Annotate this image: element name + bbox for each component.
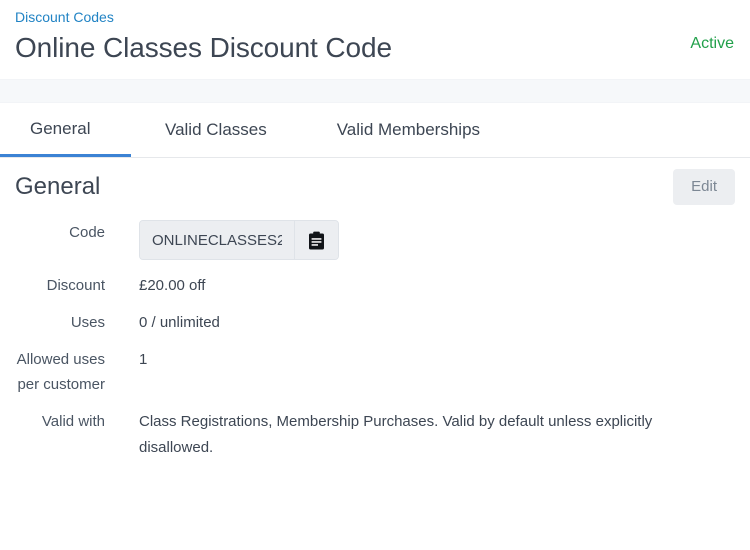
valid-with-value: Class Registrations, Membership Purchase…: [139, 409, 709, 461]
code-input-group: [139, 220, 339, 260]
code-input[interactable]: [140, 221, 294, 259]
section-title: General: [15, 172, 100, 202]
tab-valid-classes-label: Valid Classes: [165, 119, 267, 141]
allowed-uses-value: 1: [139, 347, 147, 372]
uses-label: Uses: [15, 310, 105, 335]
page-title: Online Classes Discount Code: [15, 31, 735, 65]
tab-valid-memberships-label: Valid Memberships: [337, 119, 480, 141]
valid-with-label: Valid with: [15, 409, 105, 434]
tab-bar: General Valid Classes Valid Memberships: [0, 103, 750, 158]
clipboard-icon: [308, 231, 325, 250]
header-divider-band: [0, 79, 750, 103]
page-header: Discount Codes Online Classes Discount C…: [0, 0, 750, 79]
discount-value: £20.00 off: [139, 273, 205, 298]
edit-button[interactable]: Edit: [673, 169, 735, 205]
tab-valid-memberships[interactable]: Valid Memberships: [267, 103, 480, 157]
field-row-allowed-uses: Allowed uses per customer 1: [15, 347, 735, 397]
allowed-uses-label: Allowed uses per customer: [15, 347, 105, 397]
field-row-uses: Uses 0 / unlimited: [15, 310, 735, 335]
uses-value: 0 / unlimited: [139, 310, 220, 335]
section-header: General Edit: [15, 158, 735, 204]
breadcrumb-discount-codes[interactable]: Discount Codes: [15, 8, 114, 26]
discount-label: Discount: [15, 273, 105, 298]
field-row-discount: Discount £20.00 off: [15, 273, 735, 298]
tab-valid-classes[interactable]: Valid Classes: [131, 103, 267, 157]
field-row-code: Code: [15, 220, 735, 260]
tab-general-label: General: [30, 118, 90, 140]
field-row-valid-with: Valid with Class Registrations, Membersh…: [15, 409, 735, 461]
general-section: General Edit Code: [0, 158, 750, 461]
code-label: Code: [15, 220, 105, 245]
general-form: Code Discount: [15, 220, 735, 461]
status-badge: Active: [690, 34, 734, 54]
tab-general[interactable]: General: [0, 103, 131, 157]
copy-code-button[interactable]: [294, 221, 338, 259]
